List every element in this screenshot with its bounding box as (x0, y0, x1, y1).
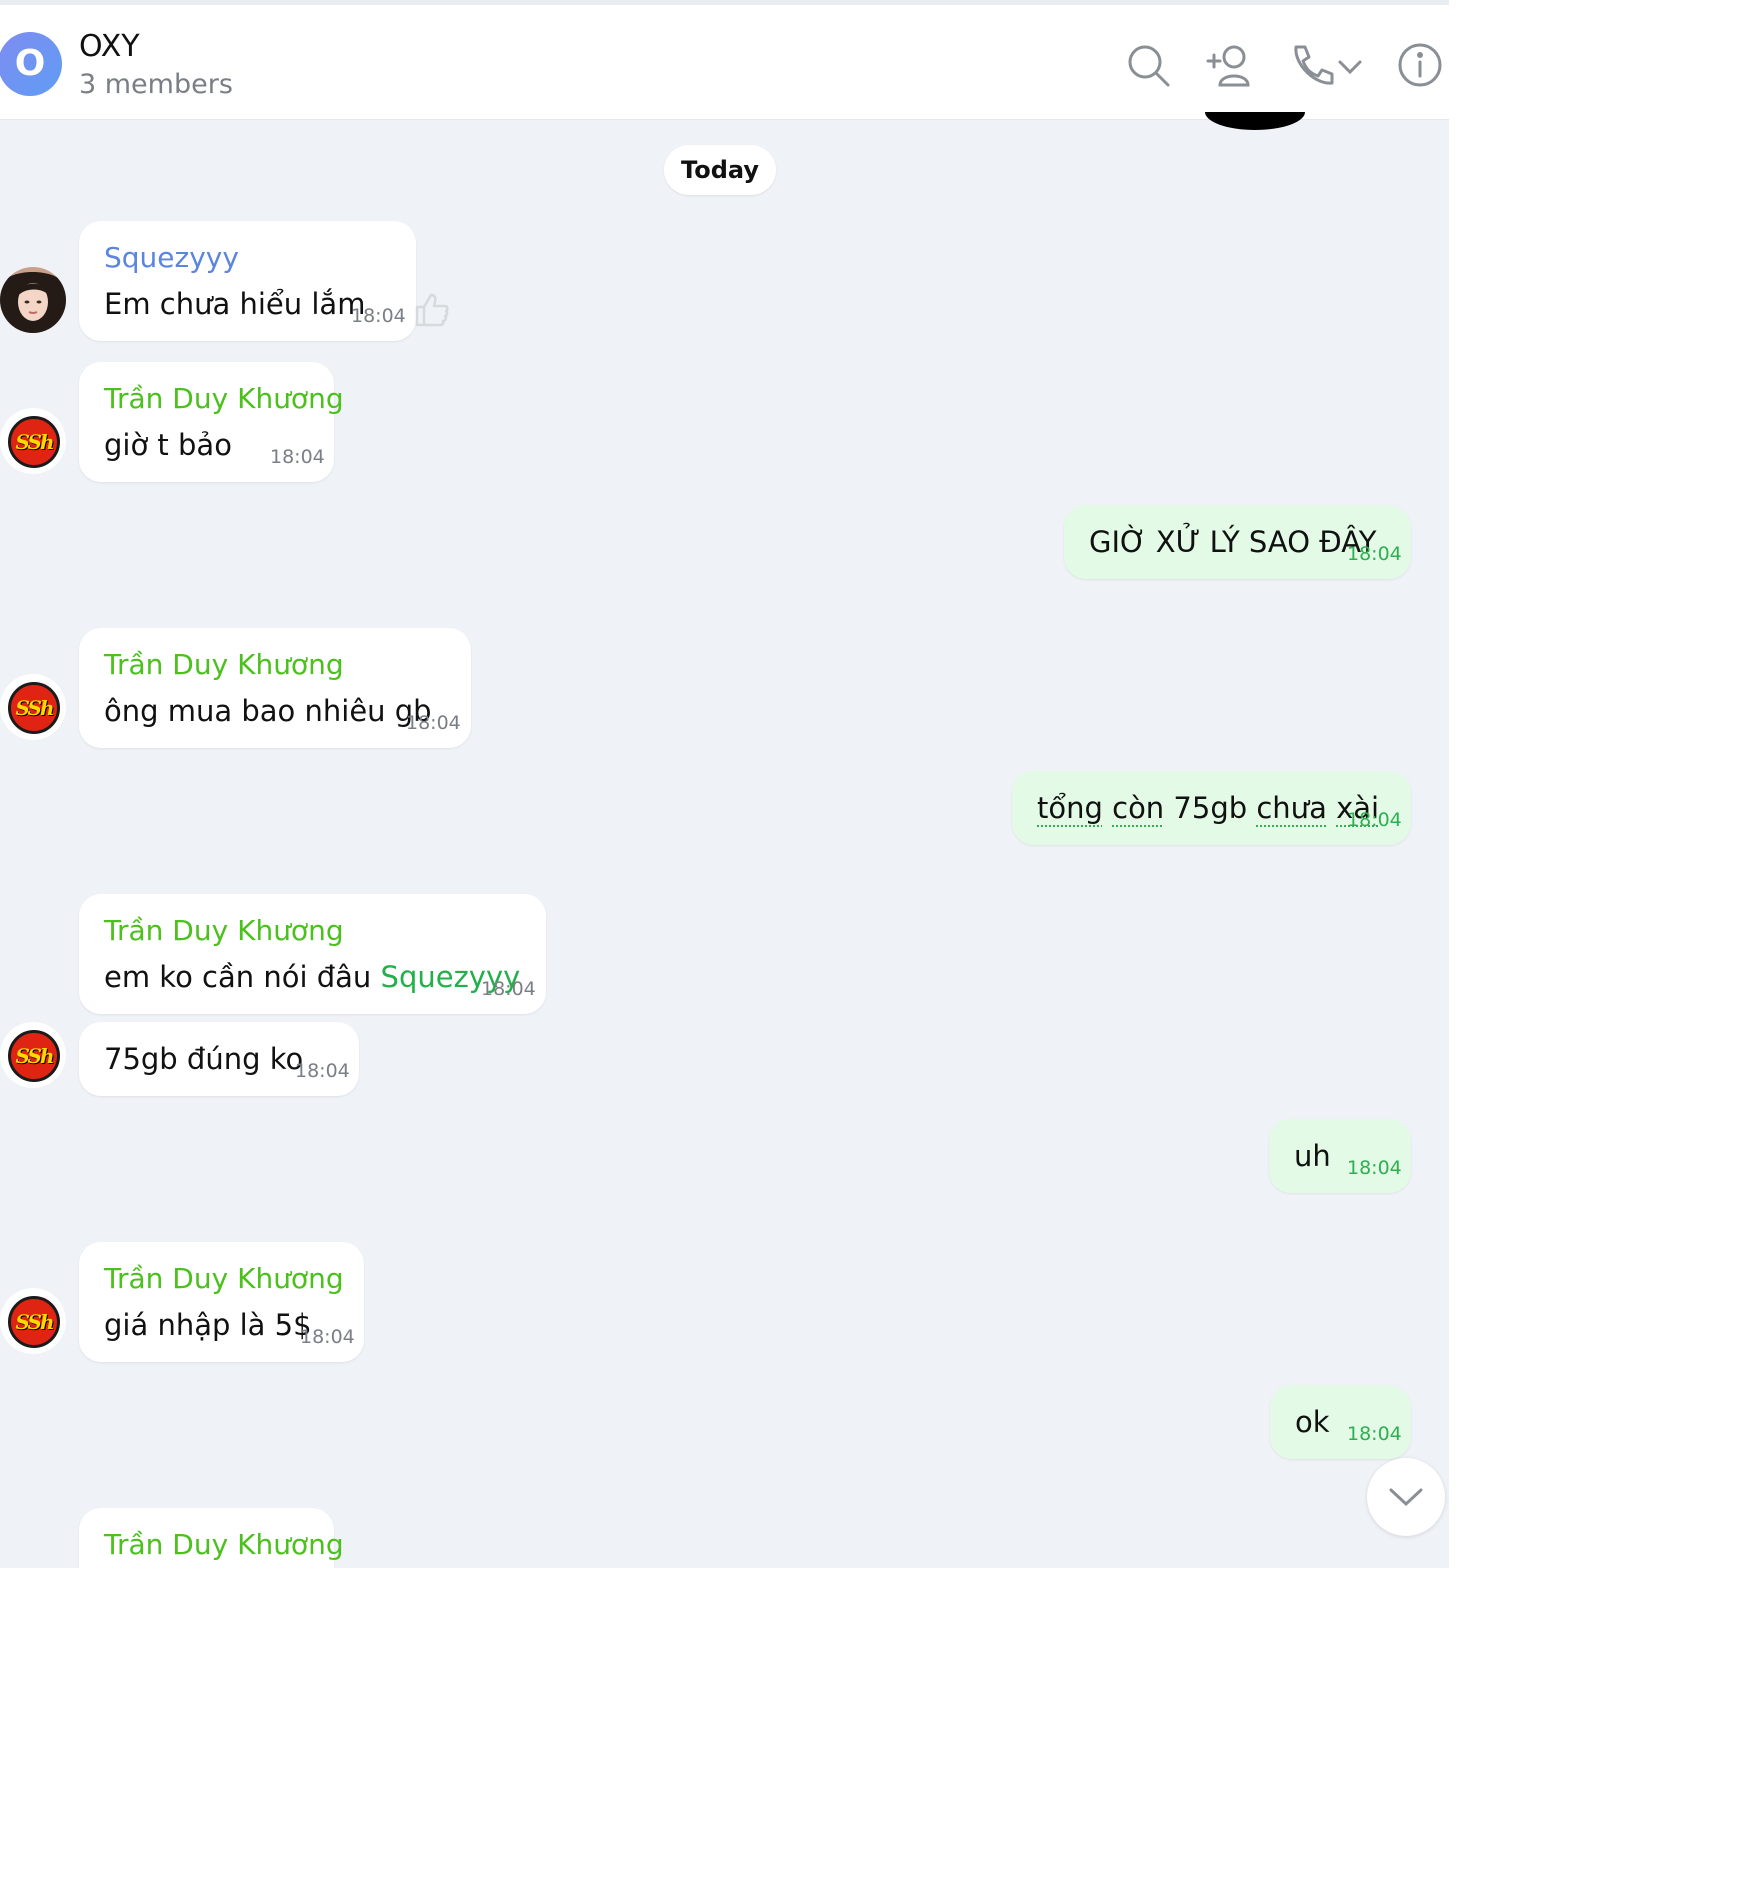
ssh-logo: SSh (8, 1296, 60, 1348)
message-time: 18:04 (300, 1326, 355, 1348)
message-time: 18:04 (295, 1060, 350, 1082)
like-icon[interactable] (415, 292, 449, 328)
avatar-tran-duy-khuong[interactable]: SSh (0, 408, 66, 474)
message-time: 18:04 (406, 712, 461, 734)
message-text: giờ t bảo (104, 428, 232, 462)
sender-name[interactable]: Trần Duy Khương (104, 648, 344, 681)
misspelled-word: còn (1112, 791, 1165, 825)
message-bubble[interactable]: Trần Duy Khương giờ t bảo 18:04 (79, 362, 344, 482)
avatar-tran-duy-khuong[interactable]: SSh (0, 1288, 66, 1354)
sender-name[interactable]: Squezyyy (104, 241, 239, 274)
call-icon[interactable] (1288, 41, 1336, 89)
text-fragment (1327, 791, 1336, 825)
chevron-down-icon (1389, 1488, 1423, 1507)
message-text: ok (1295, 1405, 1330, 1439)
sender-name[interactable]: Trần Duy Khương (104, 914, 344, 947)
text-fragment (1103, 791, 1112, 825)
group-title[interactable]: OXY (79, 29, 140, 64)
ssh-logo: SSh (8, 1030, 60, 1082)
message-time: 18:04 (1347, 1157, 1402, 1179)
message-text: tổng còn 75gb chưa xài (1037, 791, 1379, 825)
message-text: 75gb đúng ko (104, 1042, 304, 1076)
message-bubble[interactable]: 75gb đúng ko 18:04 (79, 1022, 359, 1096)
message-text: Em chưa hiểu lắm (104, 287, 366, 321)
avatar-tran-duy-khuong[interactable]: SSh (0, 674, 66, 740)
misspelled-word: chưa (1256, 791, 1327, 825)
message-time: 18:04 (1347, 1423, 1402, 1445)
message-time: 18:04 (1347, 543, 1402, 565)
text-fragment: 75gb (1164, 791, 1257, 825)
chevron-down-icon[interactable] (1336, 53, 1364, 81)
sender-name[interactable]: Trần Duy Khương (104, 382, 344, 415)
message-text-part: em ko cần nói đâu (104, 960, 381, 994)
message-bubble[interactable]: Trần Duy Khương giá nhập là 5$ 18:04 (79, 1242, 364, 1362)
my-message-bubble[interactable]: GIỜ XỬ LÝ SAO ĐÂY 18:04 (1064, 505, 1411, 579)
add-member-icon[interactable] (1204, 41, 1252, 89)
my-message-bubble[interactable]: tổng còn 75gb chưa xài 18:04 (1012, 771, 1411, 845)
info-icon[interactable] (1396, 41, 1444, 89)
message-time: 18:04 (1347, 809, 1402, 831)
my-message-bubble[interactable]: ok 18:04 (1270, 1385, 1411, 1459)
chat-header: O OXY 3 members (0, 0, 1449, 120)
search-icon[interactable] (1124, 41, 1172, 89)
ssh-logo: SSh (8, 682, 60, 734)
date-divider: Today (664, 145, 776, 195)
misspelled-word: tổng (1037, 791, 1103, 825)
message-text: uh (1294, 1139, 1331, 1173)
avatar-squezyyy[interactable] (0, 267, 66, 333)
message-time: 18:04 (481, 978, 536, 1000)
message-bubble[interactable]: Trần Duy Khương ông mua bao nhiêu gb 18:… (79, 628, 471, 748)
message-text: GIỜ XỬ LÝ SAO ĐÂY (1089, 525, 1377, 559)
sender-name[interactable]: Trần Duy Khương (104, 1262, 344, 1295)
message-time: 18:04 (270, 446, 325, 468)
member-count[interactable]: 3 members (79, 69, 233, 100)
message-text: ông mua bao nhiêu gb (104, 694, 432, 728)
scroll-to-bottom-button[interactable] (1367, 1458, 1445, 1536)
message-bubble[interactable]: Squezyyy Em chưa hiểu lắm 18:04 (79, 221, 416, 341)
message-time: 18:04 (351, 305, 406, 327)
avatar-tran-duy-khuong[interactable]: SSh (0, 1022, 66, 1088)
dark-overlay-shape (1205, 112, 1305, 130)
sender-name[interactable]: Trần Duy Khương (104, 1528, 344, 1561)
message-bubble[interactable]: Trần Duy Khương em ko cần nói đâu Squezy… (79, 894, 546, 1014)
my-message-bubble[interactable]: uh 18:04 (1269, 1119, 1411, 1193)
chat-window: O OXY 3 members Today Squezyyy Em chưa h… (0, 0, 1449, 1568)
group-avatar[interactable]: O (0, 32, 62, 96)
ssh-logo: SSh (8, 416, 60, 468)
message-text: giá nhập là 5$ (104, 1308, 312, 1342)
message-bubble[interactable]: Trần Duy Khương (79, 1508, 344, 1568)
message-text: em ko cần nói đâu Squezyyy (104, 960, 520, 994)
